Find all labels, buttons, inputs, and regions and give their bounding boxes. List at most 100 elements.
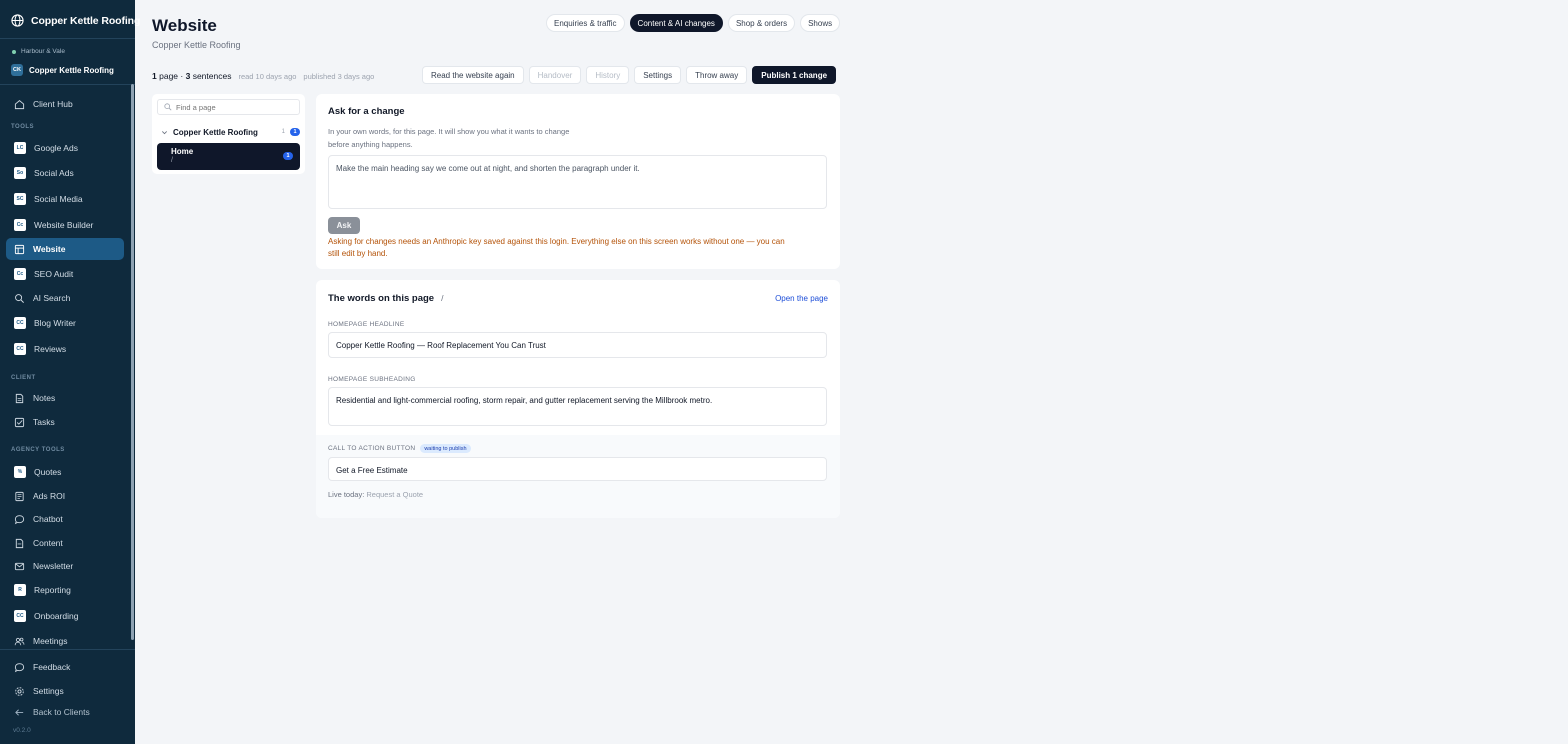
tree-group-site[interactable]: Copper Kettle Roofing 1 1 [157,125,300,139]
sidebar-item-label: Chatbot [33,514,63,524]
sidebar-item-label: Ads ROI [33,491,66,501]
page-search[interactable] [157,99,300,115]
home-icon [14,99,25,109]
cta-field[interactable]: Get a Free Estimate [328,457,827,481]
sidebar-item-client-hub[interactable]: Client Hub [6,93,124,115]
tab-shop-orders[interactable]: Shop & orders [727,14,796,32]
tree-group-name: Copper Kettle Roofing [173,127,258,137]
action-bar: Read the website again Handover History … [422,66,837,84]
ask-button[interactable]: Ask [328,217,360,234]
page-subtitle: Copper Kettle Roofing [152,40,241,50]
chevron-down-icon [162,130,167,134]
sidebar-item-quotes[interactable]: % Quotes [6,461,124,483]
gear-icon [15,686,24,696]
headline-field[interactable]: Copper Kettle Roofing — Roof Replacement… [328,332,827,358]
sidebar-item-social-ads[interactable]: So Social Ads [6,162,124,184]
search-icon [164,103,172,111]
divider [0,84,135,85]
sidebar-item-settings[interactable]: Settings [6,680,124,702]
sidebar-item-feedback[interactable]: Feedback [6,656,124,678]
tab-content-ai-changes[interactable]: Content & AI changes [629,14,723,32]
meetings-icon [14,637,25,645]
section-label-agency-tools: AGENCY TOOLS [11,447,65,453]
ads-roi-icon [15,491,24,501]
globe-icon [11,14,24,27]
sidebar-item-blog-writer[interactable]: CC Blog Writer [6,312,124,334]
page-search-input[interactable] [176,102,296,112]
handover-button[interactable]: Handover [528,66,582,84]
sidebar-item-label: Back to Clients [33,707,90,717]
sidebar-item-reviews[interactable]: CC Reviews [6,338,124,360]
brand[interactable]: Copper Kettle Roofing [11,14,140,27]
sidebar-scrollbar[interactable] [131,84,134,640]
sidebar-item-content[interactable]: Content [6,532,124,554]
layout-icon [14,244,25,254]
back-to-clients-link[interactable]: Back to Clients [6,701,124,723]
sidebar-item-ads-roi[interactable]: Ads ROI [6,485,124,507]
publish-button[interactable]: Publish 1 change [752,66,837,84]
cta-label-row: CALL TO ACTION BUTTON waiting to publish [328,444,471,453]
pages-count: 1 page · 3 sentences [152,71,232,81]
sidebar-item-newsletter[interactable]: Newsletter [6,555,124,577]
sidebar-item-label: Website [33,244,66,254]
sidebar-item-social-media[interactable]: SC Social Media [6,188,124,210]
arrow-left-icon [15,708,24,716]
agency-label: Harbour & Vale [12,48,65,55]
feedback-icon [14,662,25,672]
sidebar-item-label: AI Search [33,293,71,303]
page-words-card: The words on this page / Open the page H… [316,280,840,518]
search-icon [15,293,24,303]
read-website-again-button[interactable]: Read the website again [422,66,524,84]
sidebar-item-chatbot[interactable]: Chatbot [6,508,124,530]
last-published: published 3 days ago [303,72,375,81]
sidebar-item-label: Social Ads [34,168,74,178]
history-button[interactable]: History [586,66,630,84]
sidebar-item-notes[interactable]: Notes [6,387,124,409]
sidebar-item-label: Tasks [33,417,55,427]
sidebar-item-label: Quotes [34,467,62,477]
sidebar-item-tasks[interactable]: Tasks [6,411,124,433]
ask-for-change-card: Ask for a change In your own words, for … [316,94,840,269]
sidebar-item-website-builder[interactable]: Cc Website Builder [6,214,124,236]
tree-group-count: 1 [281,129,285,135]
subheading-field[interactable]: Residential and light-commercial roofing… [328,387,827,426]
sidebar-item-label: Newsletter [33,561,74,571]
client-switcher[interactable]: CK Copper Kettle Roofing [11,64,114,76]
website-builder-icon: Cc [14,219,26,231]
settings-button[interactable]: Settings [634,66,682,84]
sidebar-item-seo-audit[interactable]: Cc SEO Audit [6,263,124,285]
notes-icon [15,393,24,403]
section-tabs: Enquiries & traffic Content & AI changes… [546,14,841,32]
client-avatar: CK [11,64,23,76]
onboarding-icon: CC [14,610,26,622]
tasks-icon [14,417,25,427]
sidebar-item-website[interactable]: Website [6,238,124,260]
divider [0,649,135,650]
ask-card-title: Ask for a change [328,106,405,117]
sidebar-item-label: Social Media [34,194,83,204]
sidebar-item-label: Notes [33,393,56,403]
throw-away-button[interactable]: Throw away [686,66,748,84]
tree-page-home[interactable]: Home / 1 [157,143,300,170]
sidebar-item-ai-search[interactable]: AI Search [6,287,124,309]
tree-page-path: / [171,157,173,164]
sidebar-item-google-ads[interactable]: LC Google Ads [6,137,124,159]
section-label-client: CLIENT [11,375,36,381]
open-page-link[interactable]: Open the page [775,294,828,303]
page-tree: Copper Kettle Roofing 1 1 Home / 1 [152,94,305,174]
seo-audit-icon: Cc [14,268,26,280]
tab-enquiries-traffic[interactable]: Enquiries & traffic [546,14,625,32]
agency-name: Harbour & Vale [21,48,65,55]
tree-page-name: Home [171,147,194,156]
site-stats: 1 page · 3 sentences read 10 days ago pu… [152,71,374,81]
sidebar-item-label: Onboarding [34,611,79,621]
sidebar-item-onboarding[interactable]: CC Onboarding [6,605,124,627]
api-key-warning: Asking for changes needs an Anthropic ke… [328,237,785,258]
sidebar-item-label: Client Hub [33,99,73,109]
sidebar-item-reporting[interactable]: R Reporting [6,579,124,601]
change-request-textarea[interactable]: Make the main heading say we come out at… [328,155,827,209]
sidebar: Copper Kettle Roofing Harbour & Vale CK … [0,0,140,744]
words-card-header: The words on this page / [328,293,443,304]
tab-shows[interactable]: Shows [800,14,841,32]
words-card-path: / [441,293,444,303]
